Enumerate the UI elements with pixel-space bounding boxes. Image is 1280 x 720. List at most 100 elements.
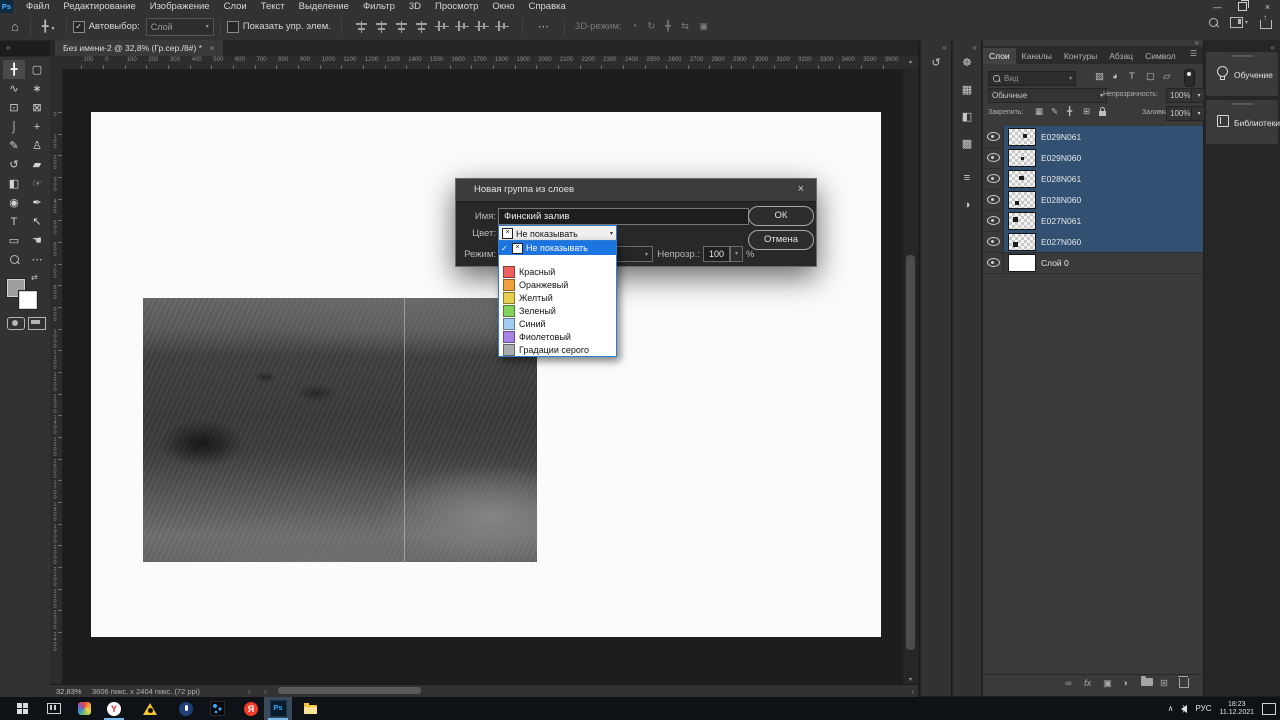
autoselect-target-dropdown[interactable]: Слой ▾ [145,17,214,36]
quick-mask-icon[interactable] [7,317,25,330]
filter-toggle[interactable] [1184,69,1195,87]
action-center-icon[interactable] [1262,702,1276,715]
link-layers-icon[interactable]: ∞ [1065,678,1072,689]
visibility-toggle[interactable] [983,189,1004,210]
tab-Абзац[interactable]: Абзац [1103,48,1139,64]
more-options-icon[interactable]: ⋯ [533,20,554,33]
network-app[interactable] [203,697,231,720]
dialog-opacity-dropdown-icon[interactable]: ▾ [730,246,743,262]
layer-thumbnail[interactable] [1008,128,1036,146]
hidden-icons-icon[interactable]: ∧ [1168,704,1174,713]
clone-stamp-tool[interactable]: ♙ [26,136,48,155]
yandex-browser-app[interactable]: Y [100,697,128,720]
vertical-scrollbar-thumb[interactable] [906,255,915,650]
minimize-button[interactable]: — [1205,2,1230,12]
zoom-level[interactable]: 32,83% [56,687,81,696]
move-tool[interactable]: ╋ [3,60,25,79]
align-middle-icon[interactable] [454,20,469,33]
color-option-Синий[interactable]: Синий [499,317,616,330]
3d-pan-icon[interactable]: ╋ [665,21,671,32]
new-layer-icon[interactable]: ⊞ [1160,678,1168,689]
dock-collapse-icon[interactable]: « [1271,43,1275,52]
photoshop-app[interactable]: Ps [264,697,292,720]
ok-button[interactable]: ОК [748,206,814,226]
tab-Символ[interactable]: Символ [1139,48,1182,64]
layer-row-E029N060[interactable]: E029N060 [983,147,1203,169]
menu-Файл[interactable]: Файл [19,0,56,13]
menu-Редактирование[interactable]: Редактирование [56,0,142,13]
distribute-h-icon[interactable] [415,20,429,33]
status-collapse-icon[interactable]: ‹ [264,687,267,696]
screen-mode-icon[interactable] [28,317,46,330]
marquee-tool[interactable]: ▢ [26,60,48,79]
edit-toolbar-button[interactable]: ⋯ [26,250,48,269]
menu-Текст[interactable]: Текст [254,0,292,13]
menu-Изображение[interactable]: Изображение [143,0,217,13]
vertical-scrollbar[interactable]: ▾ [903,69,918,684]
dialog-title-bar[interactable]: Новая группа из слоев × [456,179,816,202]
layer-fx-icon[interactable]: fx [1084,678,1091,689]
restore-button[interactable] [1230,0,1255,11]
distribute-v-icon[interactable] [494,20,509,33]
brush-tool[interactable]: ✎ [3,136,25,155]
layer-thumbnail[interactable] [1008,233,1036,251]
align-center-h-icon[interactable] [375,20,389,33]
layer-row-E028N061[interactable]: E028N061 [983,168,1203,190]
type-tool[interactable]: T [3,212,25,231]
eyedropper-tool[interactable]: ⌡ [3,117,25,136]
blend-mode-dropdown[interactable]: Обычные ▾ [988,88,1107,103]
menu-Окно[interactable]: Окно [485,0,521,13]
dock-item-Библиотеки[interactable]: Библиотеки [1206,100,1280,144]
close-button[interactable]: × [1255,2,1280,12]
visibility-toggle[interactable] [983,231,1004,252]
volume-icon[interactable] [1181,704,1188,713]
visibility-toggle[interactable] [983,147,1004,168]
paint-app[interactable] [70,697,98,720]
scroll-up-icon[interactable]: ▴ [903,56,918,69]
color-option-none[interactable]: ✓ × Не показывать [499,241,616,255]
shape-tool[interactable]: ▭ [3,231,25,250]
menu-Выделение[interactable]: Выделение [292,0,356,13]
eraser-tool[interactable]: ▰ [26,155,48,174]
align-left-icon[interactable] [355,20,369,33]
swap-colors-icon[interactable]: ⇄ [31,273,38,282]
type-layer-filter-icon[interactable]: T [1129,71,1135,82]
3d-orbit-icon[interactable]: ◔ [632,21,638,32]
patterns-panel-icon[interactable]: ▩ [953,137,981,150]
strip2-collapse-icon[interactable]: « [973,43,977,52]
tab-Контуры[interactable]: Контуры [1058,48,1103,64]
lock-all-icon[interactable] [1099,106,1106,118]
yandex-search-app[interactable]: Я [237,697,265,720]
align-top-icon[interactable] [434,20,449,33]
color-option-Фиолетовый[interactable]: Фиолетовый [499,330,616,343]
new-group-icon[interactable] [1141,676,1153,689]
clock[interactable]: 18:23 11.12.2021 [1219,701,1254,717]
scroll-right-icon[interactable]: › [912,687,915,696]
background-color-swatch[interactable] [19,291,37,309]
properties-panel-icon[interactable]: ≡ [953,172,981,184]
menu-Фильтр[interactable]: Фильтр [356,0,402,13]
tab-Слои[interactable]: Слои [983,48,1016,64]
pixel-layer-filter-icon[interactable]: ▨ [1095,71,1104,82]
menu-Справка[interactable]: Справка [522,0,573,13]
recorder-app[interactable] [172,697,200,720]
layer-thumbnail[interactable] [1008,170,1036,188]
gradients-panel-icon[interactable]: ◧ [953,110,981,123]
zoom-tool[interactable] [3,250,25,269]
align-right-icon[interactable] [395,20,409,33]
layer-row-E027N061[interactable]: E027N061 [983,210,1203,232]
aimp-app[interactable] [136,697,164,720]
layer-thumbnail[interactable] [1008,149,1036,167]
move-tool-preset-icon[interactable]: ╋ ▾ [37,20,60,33]
workspace-switcher[interactable]: ▾ [1229,17,1248,28]
shape-layer-filter-icon[interactable]: ▢ [1146,71,1155,82]
history-panel-icon[interactable]: ↺ [921,56,951,69]
color-option-Красный[interactable]: Красный [499,265,616,278]
smart-object-filter-icon[interactable]: ▱ [1163,71,1170,82]
horizontal-scrollbar-thumb[interactable] [278,687,421,694]
swatches-panel-icon[interactable]: ▦ [953,83,981,96]
quick-selection-tool[interactable]: ∗ [26,79,48,98]
start-button[interactable] [8,697,36,720]
visibility-toggle[interactable] [983,252,1004,273]
strip1-collapse-icon[interactable]: « [943,43,947,52]
